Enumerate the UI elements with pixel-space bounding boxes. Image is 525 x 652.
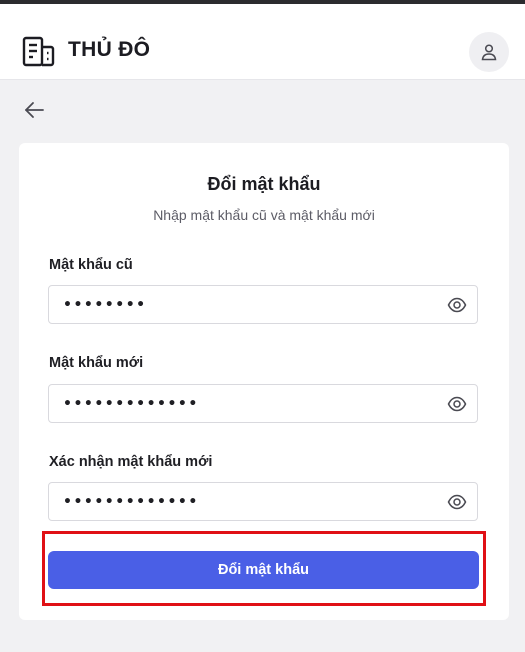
- page-title: Đổi mật khẩu: [207, 174, 321, 194]
- confirm-password-label: Xác nhận mật khẩu mới: [49, 454, 213, 470]
- app-title: THỦ ĐÔ: [68, 38, 151, 61]
- old-password-label: Mật khẩu cũ: [49, 257, 133, 273]
- user-icon: [481, 44, 497, 61]
- new-password-input[interactable]: [63, 385, 433, 422]
- page-subtitle: Nhập mật khẩu cũ và mật khẩu mới: [153, 207, 375, 223]
- new-password-label: Mật khẩu mới: [49, 355, 144, 371]
- old-password-field: [48, 285, 478, 324]
- confirm-password-input[interactable]: [63, 483, 433, 520]
- building-icon: [22, 36, 55, 67]
- eye-icon[interactable]: [447, 295, 467, 315]
- eye-icon[interactable]: [447, 492, 467, 512]
- app-header: THỦ ĐÔ: [0, 4, 525, 80]
- back-button[interactable]: [20, 96, 48, 124]
- new-password-field: [48, 384, 478, 423]
- eye-icon[interactable]: [447, 394, 467, 414]
- old-password-input[interactable]: [63, 286, 433, 323]
- confirm-password-field: [48, 482, 478, 521]
- arrow-left-icon: [25, 102, 44, 118]
- change-password-button[interactable]: Đổi mật khẩu: [48, 551, 479, 589]
- user-avatar-button[interactable]: [469, 32, 509, 72]
